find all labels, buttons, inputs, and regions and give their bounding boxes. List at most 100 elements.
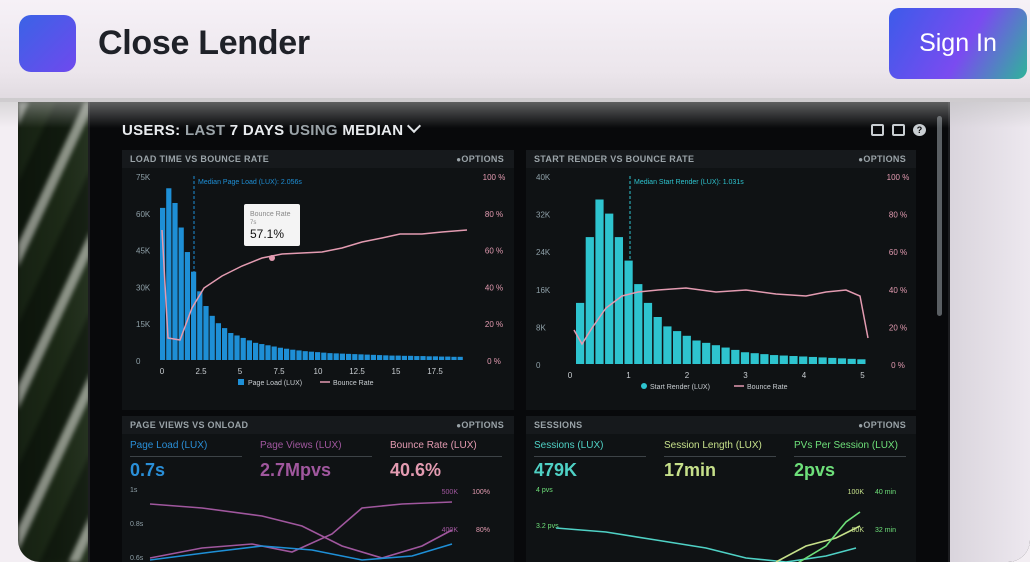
y-axis-tick-label: 1s <box>130 487 138 494</box>
median-label: Median Page Load (LUX): 2.056s <box>198 179 302 186</box>
histogram-bar <box>426 356 432 360</box>
panel-header: START RENDER VS BOUNCE RATE OPTIONS <box>526 150 916 168</box>
histogram-bar <box>228 333 234 360</box>
metric-value-session-length: 17min <box>664 460 717 480</box>
brand-logo[interactable] <box>19 15 76 72</box>
y-axis-tick-label: 15K <box>136 320 151 329</box>
histogram-bar <box>395 355 401 360</box>
histogram-bar <box>711 345 720 364</box>
panel-sessions: SESSIONS OPTIONS Sessions (LUX) 479K Ses… <box>526 416 916 562</box>
histogram-bar <box>457 356 463 360</box>
panel-header: SESSIONS OPTIONS <box>526 416 916 434</box>
metric-divider <box>794 456 906 457</box>
scrollbar <box>937 116 942 316</box>
metric-label-sessions: Sessions (LUX) <box>534 440 604 451</box>
histogram-bar <box>383 355 389 360</box>
histogram-bar <box>731 349 740 364</box>
histogram-bar <box>576 302 585 364</box>
y-axis-tick-label: 8K <box>536 323 546 332</box>
histogram-bar <box>327 353 333 360</box>
histogram-bar <box>451 356 457 360</box>
sign-in-button[interactable]: Sign In <box>889 8 1027 79</box>
metric-value-sessions: 479K <box>534 460 578 480</box>
histogram-bar <box>439 356 445 360</box>
sessions-chart: 4 pvs 3.2 pvs 100K 80K 40 min 32 min <box>536 487 896 562</box>
histogram-bar <box>799 356 808 364</box>
panel-start-render: START RENDER VS BOUNCE RATE OPTIONS 40K 3… <box>526 150 916 410</box>
panel-title: LOAD TIME VS BOUNCE RATE <box>130 154 270 164</box>
metric-label-page-load: Page Load (LUX) <box>130 440 208 451</box>
histogram-bar <box>414 356 420 360</box>
histogram-bar <box>643 302 653 364</box>
x-axis-tick-label: 15 <box>392 367 401 376</box>
y3-axis-tick-label: 100% <box>472 489 490 496</box>
y-axis-tick-label: 75K <box>136 173 151 182</box>
histogram-bar <box>234 335 240 360</box>
histogram-bar <box>847 358 856 364</box>
x-axis-tick-label: 0 <box>568 371 573 380</box>
histogram-bar <box>818 357 827 364</box>
histogram-bar <box>339 353 345 360</box>
histogram-bar <box>673 331 682 364</box>
legend-label: Start Render (LUX) <box>650 384 710 391</box>
options-button: OPTIONS <box>858 154 906 164</box>
histogram-bar <box>265 345 271 360</box>
y2-axis-tick-label: 20 % <box>889 323 907 332</box>
y3-axis-tick-label: 40 min <box>875 489 896 496</box>
metric-divider <box>390 456 502 457</box>
metric-label-session-length: Session Length (LUX) <box>664 440 762 451</box>
wall-background <box>948 102 1030 562</box>
hero-image: USERS: LAST 7 DAYS USING MEDIAN ? LOAD T… <box>18 102 1030 562</box>
histogram-bar <box>653 317 662 364</box>
y2-axis-tick-label: 0 % <box>891 361 905 370</box>
y-axis-tick-label: 0.8s <box>130 521 144 528</box>
histogram-bar <box>333 353 339 360</box>
histogram-bar <box>166 188 172 360</box>
y2-axis-tick-label: 60 % <box>889 248 907 257</box>
y2-axis-tick-label: 80K <box>852 527 865 534</box>
start-render-chart: 40K 32K 24K 16K 8K 0 100 % 80 % 60 % 40 % 20 % 0 % 0… <box>536 173 910 391</box>
histogram-bar <box>605 213 614 364</box>
options-button: OPTIONS <box>858 420 906 430</box>
histogram-bar <box>377 355 383 360</box>
tooltip-label: Bounce Rate <box>250 211 291 218</box>
metric-value-page-load: 0.7s <box>130 460 166 480</box>
y2-axis-tick-label: 100 % <box>887 173 910 182</box>
x-axis-tick-label: 5 <box>238 367 243 376</box>
y2-axis-tick-label: 40 % <box>889 286 907 295</box>
load-time-chart: 75K 60K 45K 30K 15K 0 100 % 80 % 60 % 40 % 20 % 0 %… <box>136 173 505 387</box>
x-axis-tick-label: 1 <box>626 371 631 380</box>
x-axis-tick-label: 12.5 <box>349 367 365 376</box>
histogram-bar <box>259 344 265 360</box>
x-axis-tick-label: 2 <box>685 371 690 380</box>
y-axis-tick-label: 45K <box>136 247 151 256</box>
metric-divider <box>534 456 646 457</box>
histogram-bar <box>308 351 314 360</box>
histogram-bar <box>290 349 296 360</box>
y-axis-tick-label: 4 pvs <box>536 487 553 494</box>
metric-label-bounce-rate: Bounce Rate (LUX) <box>390 440 477 451</box>
histogram-bar <box>740 352 750 364</box>
options-button: OPTIONS <box>456 154 504 164</box>
x-axis-tick-label: 2.5 <box>195 367 207 376</box>
histogram-bar <box>808 356 817 364</box>
y2-axis-tick-label: 40 % <box>485 283 503 292</box>
histogram-bar <box>246 340 252 360</box>
histogram-bar <box>432 356 438 360</box>
histogram-bar <box>445 356 451 360</box>
panel-load-time: LOAD TIME VS BOUNCE RATE OPTIONS 75K 60K 4… <box>122 150 514 410</box>
histogram-bar <box>828 357 837 364</box>
legend-label: Bounce Rate <box>747 384 788 391</box>
histogram-bar <box>595 199 604 364</box>
brand-name[interactable]: Close Lender <box>98 24 310 63</box>
histogram-bar <box>760 354 769 364</box>
monitor-screen: USERS: LAST 7 DAYS USING MEDIAN ? LOAD T… <box>88 102 950 562</box>
page-views-chart: 1s0.8s0.6s500K400K100%80% <box>130 487 490 562</box>
y2-axis-tick-label: 60 % <box>485 247 503 256</box>
histogram-bar <box>184 252 190 360</box>
histogram-bar <box>370 354 376 360</box>
options-button: OPTIONS <box>456 420 504 430</box>
metric-label-page-views: Page Views (LUX) <box>260 440 342 451</box>
y3-axis-tick-label: 80% <box>476 527 490 534</box>
x-axis-tick-label: 7.5 <box>273 367 285 376</box>
